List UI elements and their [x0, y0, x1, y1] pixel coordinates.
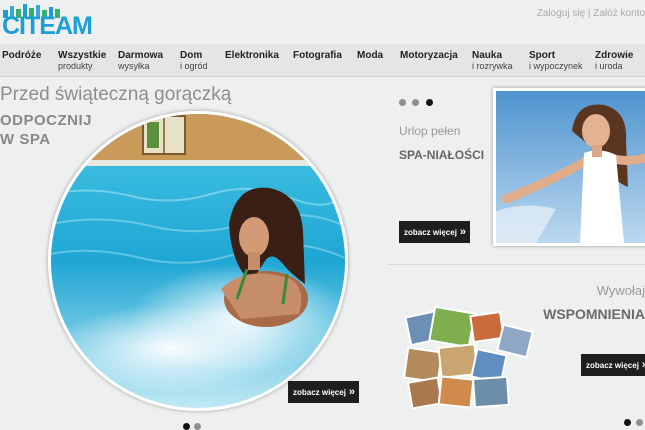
left-banner-subtitle-line2: W SPA: [0, 131, 51, 148]
nav-item-subtitle: wysyłka: [118, 61, 150, 71]
right-top-carousel-dot-3[interactable]: [426, 99, 433, 106]
photo-collage-image[interactable]: [402, 300, 542, 415]
nav-item-subtitle: i ogród: [180, 61, 208, 71]
right-bottom-carousel-dot-1[interactable]: [624, 419, 631, 426]
register-link[interactable]: Załóż konto: [593, 8, 645, 19]
sky-woman-illustration: [496, 91, 645, 243]
see-more-label: zobacz więcej: [293, 388, 346, 397]
account-links-separator: |: [587, 8, 591, 19]
right-bottom-subheading: WSPOMNIENIA: [543, 306, 645, 322]
nav-item-zdrowie-i-uroda[interactable]: Zdrowie i uroda: [595, 50, 633, 72]
nav-item-wszystkie-produkty[interactable]: Wszystkie produkty: [58, 50, 106, 72]
sky-woman-image[interactable]: [493, 88, 645, 246]
left-banner-subtitle-line1: ODPOCZNIJ: [0, 112, 93, 129]
see-more-label: zobacz więcej: [586, 361, 639, 370]
right-top-carousel-dot-1[interactable]: [399, 99, 406, 106]
nav-item-elektronika[interactable]: Elektronika: [225, 50, 279, 61]
nav-item-darmowa-wysylka[interactable]: Darmowa wysyłka: [118, 50, 163, 72]
nav-item-title: Moda: [357, 50, 384, 61]
account-links: Zaloguj się | Załóż konto: [537, 8, 645, 19]
nav-item-title: Motoryzacja: [400, 50, 458, 61]
see-more-label: zobacz więcej: [404, 228, 457, 237]
left-banner-title: Przed świąteczną gorączką: [0, 84, 232, 105]
nav-item-podroze[interactable]: Podróże: [2, 50, 41, 61]
nav-item-sport-i-wypoczynek[interactable]: Sport i wypoczynek: [529, 50, 583, 72]
chevron-right-icon: »: [459, 226, 467, 238]
nav-item-title: Nauka: [472, 50, 503, 61]
right-top-heading: Urlop pełen: [399, 124, 461, 138]
nav-item-title: Dom: [180, 50, 203, 61]
nav-item-motoryzacja[interactable]: Motoryzacja: [400, 50, 458, 61]
nav-item-subtitle: produkty: [58, 61, 93, 71]
nav-item-dom-i-ogrod[interactable]: Dom i ogród: [180, 50, 208, 72]
login-link[interactable]: Zaloguj się: [537, 8, 585, 19]
nav-item-subtitle: i wypoczynek: [529, 61, 583, 71]
right-bottom-heading: Wywołaj: [596, 283, 645, 298]
nav-item-title: Wszystkie: [58, 50, 107, 61]
nav-item-fotografia[interactable]: Fotografia: [293, 50, 342, 61]
nav-item-moda[interactable]: Moda: [357, 50, 383, 61]
nav-item-subtitle: i rozrywka: [472, 61, 513, 71]
right-top-subheading: SPA-NIAŁOŚCI: [399, 148, 485, 162]
category-nav: Podróże Wszystkie produkty Darmowa wysyłka…: [0, 44, 645, 77]
nav-item-title: Podróże: [2, 50, 42, 61]
right-top-see-more-button[interactable]: zobacz więcej»: [399, 221, 471, 243]
right-top-carousel-dot-2[interactable]: [412, 99, 419, 106]
chevron-right-icon: »: [348, 386, 356, 398]
nav-item-title: Sport: [529, 50, 556, 61]
spa-pool-image[interactable]: [48, 111, 348, 411]
right-bottom-carousel-dot-2[interactable]: [636, 419, 643, 426]
nav-item-title: Elektronika: [225, 50, 279, 61]
logo-text: CITEAM: [2, 12, 93, 40]
site-logo[interactable]: CITEAM: [2, 4, 93, 40]
section-divider: [388, 264, 645, 265]
nav-item-nauka-i-rozrywka[interactable]: Nauka i rozrywka: [472, 50, 513, 72]
nav-item-subtitle: i uroda: [595, 61, 623, 71]
nav-item-title: Darmowa: [118, 50, 164, 61]
nav-item-title: Fotografia: [293, 50, 342, 61]
left-carousel-dot-2[interactable]: [194, 423, 201, 430]
nav-item-title: Zdrowie: [595, 50, 634, 61]
left-banner-see-more-button[interactable]: zobacz więcej»: [288, 381, 360, 403]
photo-collage-illustration: [402, 305, 534, 410]
spa-pool-illustration: [51, 114, 345, 408]
left-carousel-dot-1[interactable]: [183, 423, 190, 430]
right-bottom-see-more-button[interactable]: zobacz więcej»: [581, 354, 645, 376]
